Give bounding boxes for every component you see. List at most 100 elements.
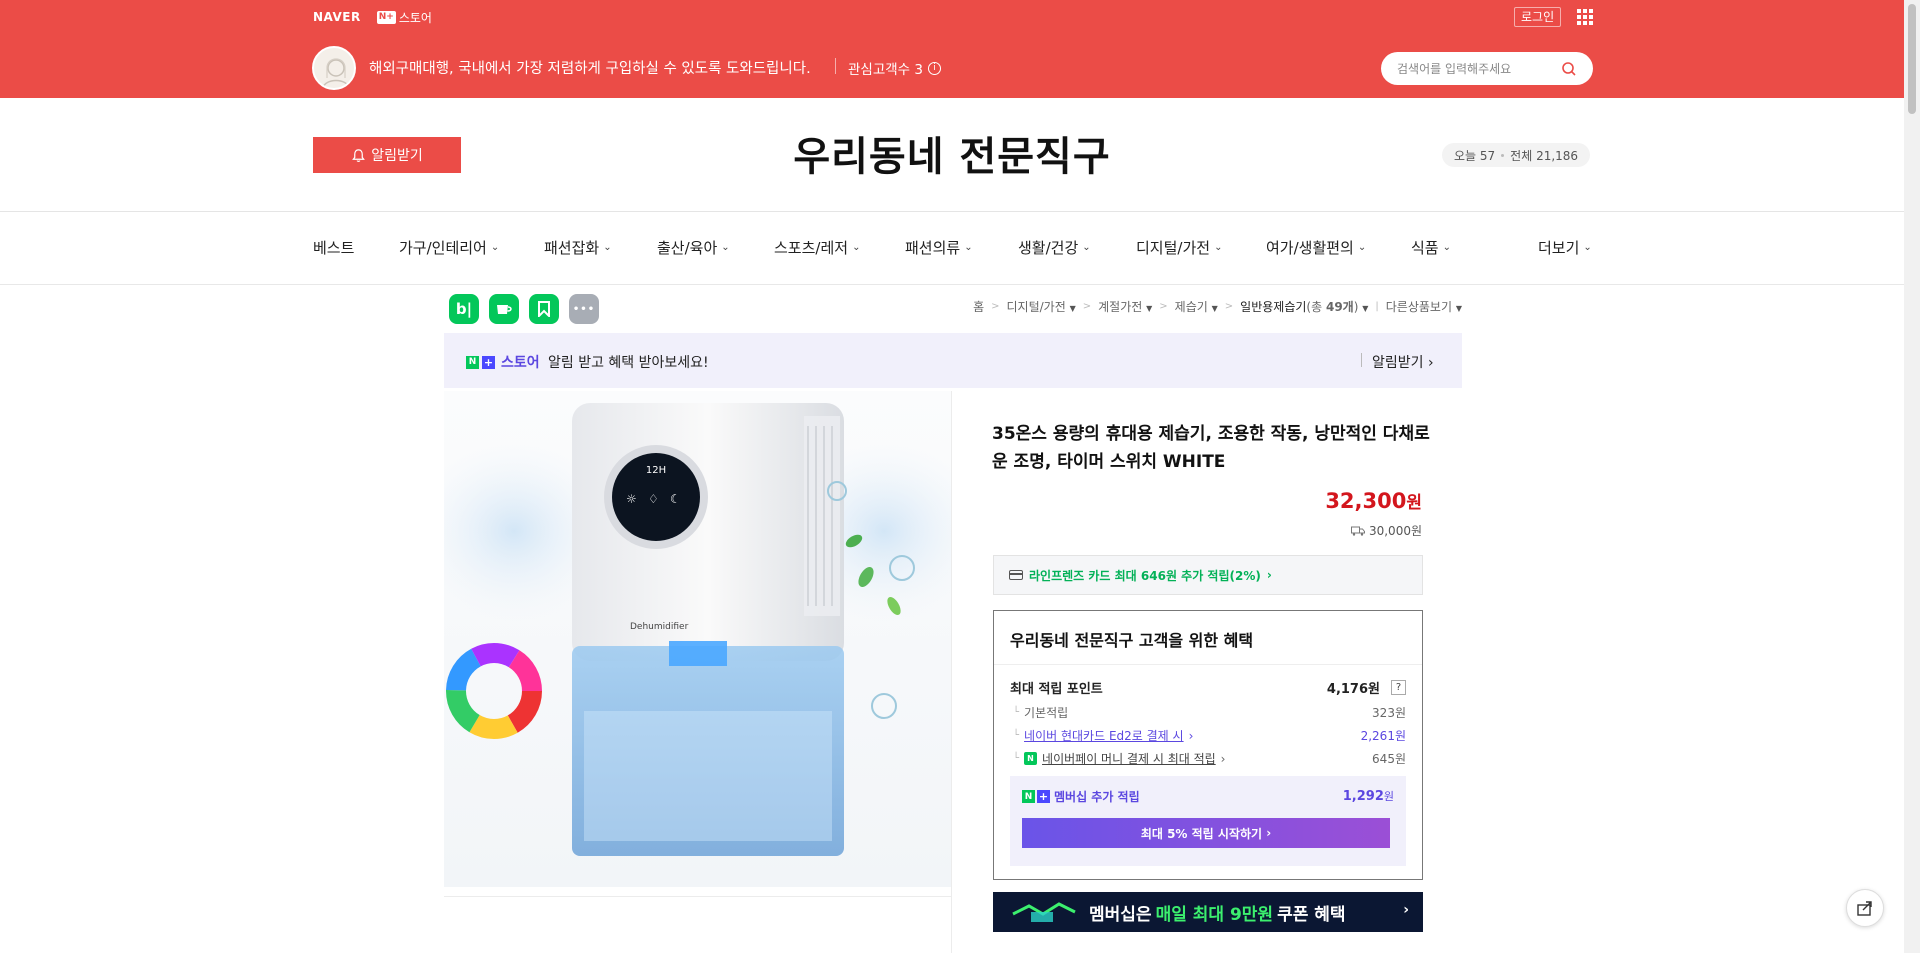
product-image[interactable]: 12H ☼ ♢ ☾ Dehumidifier: [444, 391, 952, 887]
visitor-count: 오늘 57 전체 21,186: [1442, 143, 1591, 167]
hyundai-card-link[interactable]: 네이버 현대카드 Ed2로 결제 시: [1024, 727, 1184, 744]
share-button[interactable]: [1846, 889, 1884, 927]
membership-promo-banner[interactable]: 멤버십은 매일 최대 9만원 쿠폰 혜택 ›: [993, 892, 1423, 932]
card-benefit-link[interactable]: 라인프렌즈 카드 최대 646원 추가 적립(2%) ›: [993, 555, 1423, 595]
help-icon[interactable]: ?: [1391, 680, 1406, 695]
brand-label: Dehumidifier: [630, 622, 689, 632]
chevron-down-icon: ⌄: [721, 242, 730, 253]
nplus-mark-icon: N+: [376, 10, 396, 24]
product-title: 35온스 용량의 휴대용 제습기, 조용한 작동, 낭만적인 다채로운 조명, …: [992, 424, 1430, 472]
caret-down-icon: ▼: [1362, 304, 1369, 313]
category-best[interactable]: 베스트: [313, 237, 354, 258]
chevron-down-icon: ⌄: [1082, 242, 1091, 253]
scrollbar-thumb[interactable]: [1908, 4, 1916, 114]
n-icon: N: [466, 355, 479, 369]
store-page: NAVER N+ 스토어 로그인 해외구매대행, 국내에서 가장 저렴하게 구입…: [0, 0, 1920, 953]
max-points-row: 최대 적립 포인트 4,176원?: [1010, 678, 1406, 697]
store-logo-label: 스토어: [398, 10, 432, 25]
membership-value: 1,292원: [1342, 789, 1394, 804]
store-header-band: [0, 0, 1904, 98]
customer-benefit-box: 우리동네 전문직구 고객을 위한 혜택 최대 적립 포인트 4,176원? └ 기…: [993, 610, 1423, 880]
divider: [835, 58, 836, 74]
category-digital[interactable]: 디지털/가전 ⌄: [1136, 237, 1222, 258]
caret-down-icon: ▼: [1455, 304, 1462, 313]
membership-start-button[interactable]: 최대 5% 적립 시작하기 ›: [1022, 818, 1390, 848]
category-health[interactable]: 생활/건강 ⌄: [1018, 237, 1091, 258]
points-row-npay-money: └ N 네이버페이 머니 결제 시 최대 적립 › 645원: [1013, 750, 1406, 767]
npay-money-link[interactable]: 네이버페이 머니 결제 시 최대 적립: [1042, 750, 1216, 767]
chevron-down-icon: ⌄: [1214, 242, 1223, 253]
fans-count: 관심고객수 3: [848, 62, 923, 78]
breadcrumb-seasonal[interactable]: 계절가전 ▼: [1098, 298, 1152, 315]
category-furniture[interactable]: 가구/인테리어 ⌄: [399, 237, 499, 258]
store-search: [1381, 52, 1593, 85]
global-nav: NAVER N+ 스토어: [313, 8, 432, 26]
apps-grid-icon[interactable]: [1577, 9, 1593, 25]
coupon-illustration-icon: [1012, 902, 1076, 922]
category-food[interactable]: 식품 ⌄: [1411, 237, 1451, 258]
benefit-heading: 우리동네 전문직구 고객을 위한 혜택: [1010, 631, 1254, 650]
breadcrumb: 홈 > 디지털/가전 ▼ > 계절가전 ▼ > 제습기 ▼ > 일반용제습기(총…: [973, 298, 1462, 315]
share-icon: [1857, 901, 1872, 916]
more-icon[interactable]: •••: [569, 294, 599, 324]
breadcrumb-dehumidifier[interactable]: 제습기 ▼: [1175, 298, 1218, 315]
visitors-today: 오늘 57: [1454, 148, 1496, 163]
points-row-basic: └ 기본적립 323원: [1013, 706, 1406, 720]
store-name[interactable]: 우리동네 전문직구: [0, 124, 1904, 182]
caret-down-icon: ▼: [1069, 304, 1076, 313]
membership-box: N + 멤버십 추가 적립 1,292원 최대 5% 적립 시작하기 ›: [1010, 776, 1406, 866]
banner-alarm-link[interactable]: 알림받기 ›: [1372, 352, 1434, 372]
nplus-store-logo[interactable]: N+ 스토어: [376, 9, 432, 26]
category-clothing[interactable]: 패션의류 ⌄: [905, 237, 973, 258]
n-icon: N: [1022, 790, 1035, 803]
caret-down-icon: ▼: [1146, 304, 1153, 313]
store-profile-avatar[interactable]: [312, 46, 356, 90]
blog-icon[interactable]: b|: [449, 294, 479, 324]
info-icon[interactable]: i: [927, 61, 941, 75]
cafe-icon[interactable]: [489, 294, 519, 324]
search-input[interactable]: [1397, 59, 1557, 79]
chevron-down-icon: ⌄: [603, 242, 612, 253]
credit-card-icon: [1009, 570, 1023, 580]
login-button[interactable]: 로그인: [1514, 7, 1562, 27]
category-nav: 베스트 가구/인테리어 ⌄ 패션잡화 ⌄ 출산/육아 ⌄ 스포츠/레저 ⌄ 패션의류 ⌄ …: [313, 232, 1593, 262]
caret-down-icon: ▼: [1211, 304, 1218, 313]
chevron-down-icon: ⌄: [1442, 242, 1451, 253]
banner-message: 알림 받고 혜택 받아보세요!: [548, 355, 709, 371]
membership-alarm-banner: N + 스토어 알림 받고 혜택 받아보세요! 알림받기 ›: [444, 333, 1462, 388]
chevron-right-icon: ›: [1403, 902, 1409, 918]
store-description: 해외구매대행, 국내에서 가장 저렴하게 구입하실 수 있도록 도와드립니다.: [369, 61, 811, 77]
shipping-fee: 30,000원: [1250, 522, 1422, 539]
plus-icon: +: [482, 355, 495, 369]
store-fans: 관심고객수 3 i: [848, 58, 941, 78]
category-baby[interactable]: 출산/육아 ⌄: [657, 237, 730, 258]
naver-logo[interactable]: NAVER: [313, 10, 361, 24]
search-icon[interactable]: [1561, 61, 1577, 77]
nplus-store-logo: N + 스토어: [466, 352, 540, 372]
bookmark-icon[interactable]: [529, 294, 559, 324]
points-row-hyundai-card: └ 네이버 현대카드 Ed2로 결제 시 › 2,261원: [1013, 727, 1406, 744]
chevron-down-icon: ⌄: [964, 242, 973, 253]
category-leisure[interactable]: 여가/생활편의 ⌄: [1266, 237, 1366, 258]
npay-icon: N: [1024, 752, 1038, 765]
breadcrumb-current[interactable]: 일반용제습기(총 49개) ▼: [1240, 298, 1368, 315]
category-more[interactable]: 더보기 ⌄: [1538, 237, 1592, 258]
breadcrumb-digital[interactable]: 디지털/가전 ▼: [1007, 298, 1076, 315]
product-price: 32,300원: [1325, 489, 1422, 513]
svg-text:♢: ♢: [648, 492, 659, 506]
timer-label: 12H: [646, 465, 666, 476]
chevron-down-icon: ⌄: [852, 242, 861, 253]
plus-icon: +: [1037, 790, 1050, 803]
membership-label: 멤버십 추가 적립: [1054, 790, 1140, 804]
category-sports[interactable]: 스포츠/레저 ⌄: [774, 237, 860, 258]
chevron-down-icon: ⌄: [1583, 242, 1592, 253]
page-scrollbar[interactable]: [1904, 0, 1920, 953]
svg-text:☾: ☾: [670, 492, 681, 506]
category-fashion-goods[interactable]: 패션잡화 ⌄: [544, 237, 612, 258]
breadcrumb-other-products[interactable]: 다른상품보기 ▼: [1386, 298, 1462, 315]
chevron-down-icon: ⌄: [1357, 242, 1367, 253]
truck-icon: [1350, 526, 1365, 536]
breadcrumb-home[interactable]: 홈: [973, 298, 984, 315]
visitors-total: 전체 21,186: [1510, 148, 1579, 163]
svg-text:☼: ☼: [626, 492, 637, 506]
